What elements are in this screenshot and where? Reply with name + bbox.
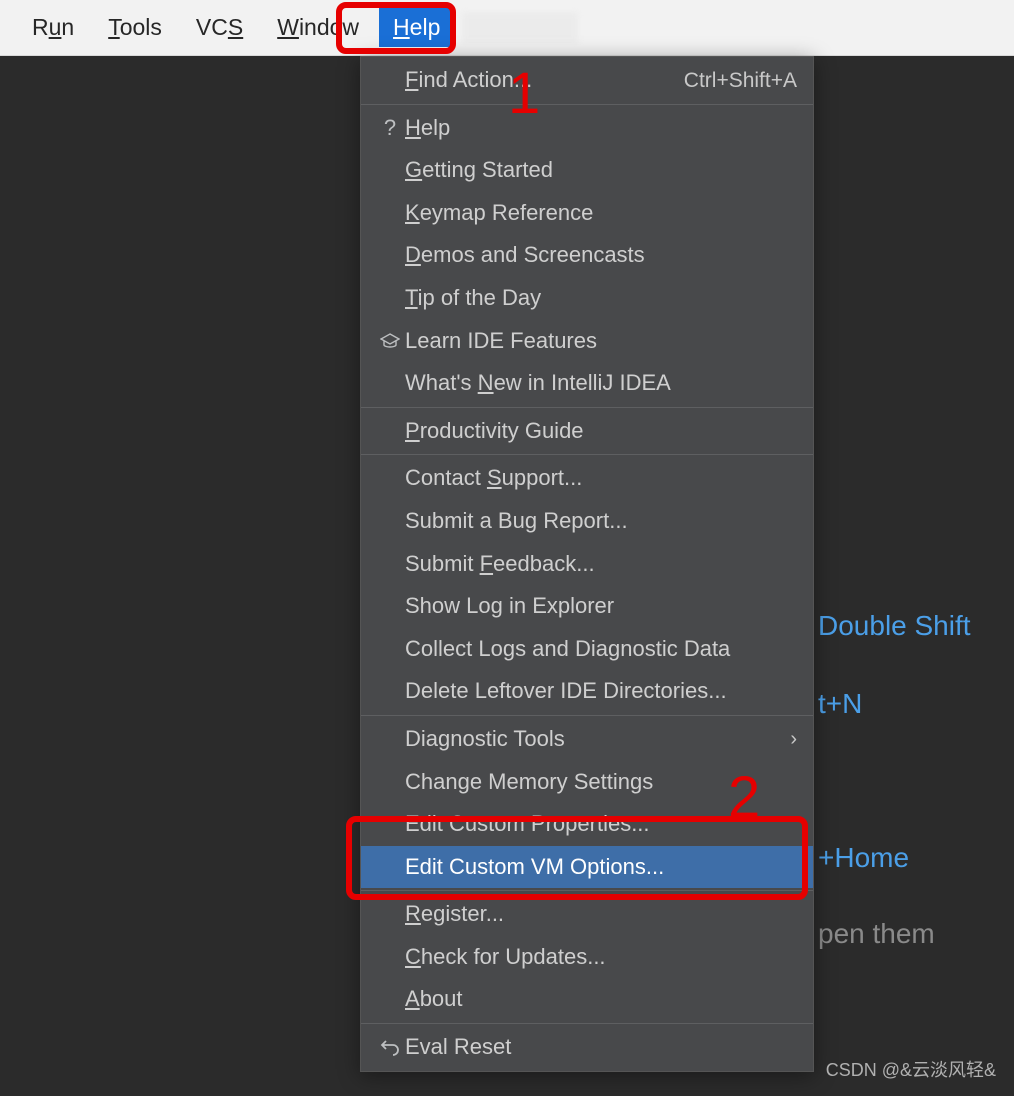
- menuitem-24[interactable]: Register...: [361, 893, 813, 936]
- ?-icon: ?: [375, 114, 405, 143]
- menuitem-15[interactable]: Show Log in Explorer: [361, 585, 813, 628]
- hint-t-n: t+N: [818, 688, 862, 720]
- menuitem-12[interactable]: Contact Support...: [361, 457, 813, 500]
- menu-separator: [361, 104, 813, 105]
- menuitem-label: Collect Logs and Diagnostic Data: [405, 635, 797, 664]
- menuitem-label: Submit a Bug Report...: [405, 507, 797, 536]
- menuitem-28[interactable]: Eval Reset: [361, 1026, 813, 1069]
- menuitem-label: Find Action...: [405, 66, 684, 95]
- menuitem-label: Getting Started: [405, 156, 797, 185]
- text: indow: [299, 14, 359, 40]
- blur-patch: [462, 12, 578, 44]
- menuitem-label: Keymap Reference: [405, 199, 797, 228]
- menuitem-21[interactable]: Edit Custom Properties...: [361, 803, 813, 846]
- text: u: [49, 14, 62, 40]
- text: T: [108, 14, 120, 40]
- menuitem-19[interactable]: Diagnostic Tools›: [361, 718, 813, 761]
- hint-open-them: pen them: [818, 918, 935, 950]
- menu-vcs[interactable]: VCS: [182, 8, 257, 47]
- menu-separator: [361, 715, 813, 716]
- menuitem-5[interactable]: Demos and Screencasts: [361, 234, 813, 277]
- menuitem-label: Contact Support...: [405, 464, 797, 493]
- undo-icon: [375, 1038, 405, 1056]
- menuitem-22[interactable]: Edit Custom VM Options...: [361, 846, 813, 889]
- menuitem-7[interactable]: Learn IDE Features: [361, 320, 813, 363]
- menuitem-label: Diagnostic Tools: [405, 725, 790, 754]
- menuitem-label: Help: [405, 114, 797, 143]
- menuitem-label: About: [405, 985, 797, 1014]
- menuitem-label: Register...: [405, 900, 797, 929]
- menuitem-10[interactable]: Productivity Guide: [361, 410, 813, 453]
- chevron-right-icon: ›: [790, 726, 797, 752]
- menuitem-label: Edit Custom Properties...: [405, 810, 797, 839]
- menuitem-14[interactable]: Submit Feedback...: [361, 543, 813, 586]
- menu-separator: [361, 890, 813, 891]
- text: W: [277, 14, 299, 40]
- text: n: [61, 14, 74, 40]
- hint-double-shift: Double Shift: [818, 610, 971, 642]
- help-dropdown: Find Action...Ctrl+Shift+A?HelpGetting S…: [360, 56, 814, 1072]
- hint-home: +Home: [818, 842, 909, 874]
- menu-window[interactable]: Window: [263, 8, 373, 47]
- menuitem-label: Eval Reset: [405, 1033, 797, 1062]
- menuitem-8[interactable]: What's New in IntelliJ IDEA: [361, 362, 813, 405]
- menu-run[interactable]: Run: [18, 8, 88, 47]
- menu-help[interactable]: Help: [379, 8, 454, 47]
- menuitem-label: Show Log in Explorer: [405, 592, 797, 621]
- text: H: [393, 14, 410, 40]
- text: ools: [120, 14, 162, 40]
- menuitem-label: Edit Custom VM Options...: [405, 853, 797, 882]
- menuitem-6[interactable]: Tip of the Day: [361, 277, 813, 320]
- menuitem-label: Learn IDE Features: [405, 327, 797, 356]
- menuitem-label: Delete Leftover IDE Directories...: [405, 677, 797, 706]
- menuitem-label: Check for Updates...: [405, 943, 797, 972]
- menu-tools[interactable]: Tools: [94, 8, 176, 47]
- menu-separator: [361, 454, 813, 455]
- menuitem-25[interactable]: Check for Updates...: [361, 936, 813, 979]
- watermark: CSDN @&云淡风轻&: [826, 1056, 996, 1082]
- text: R: [32, 14, 49, 40]
- grad-icon: [375, 333, 405, 349]
- menuitem-2[interactable]: ?Help: [361, 107, 813, 150]
- menuitem-label: Productivity Guide: [405, 417, 797, 446]
- text: S: [228, 14, 243, 40]
- menu-separator: [361, 1023, 813, 1024]
- menuitem-shortcut: Ctrl+Shift+A: [684, 67, 797, 94]
- menuitem-label: What's New in IntelliJ IDEA: [405, 369, 797, 398]
- menu-separator: [361, 407, 813, 408]
- menuitem-4[interactable]: Keymap Reference: [361, 192, 813, 235]
- menuitem-16[interactable]: Collect Logs and Diagnostic Data: [361, 628, 813, 671]
- menuitem-label: Change Memory Settings: [405, 768, 797, 797]
- text: VC: [196, 14, 228, 40]
- text: elp: [410, 14, 441, 40]
- menuitem-label: Tip of the Day: [405, 284, 797, 313]
- menuitem-17[interactable]: Delete Leftover IDE Directories...: [361, 670, 813, 713]
- menuitem-0[interactable]: Find Action...Ctrl+Shift+A: [361, 59, 813, 102]
- menuitem-20[interactable]: Change Memory Settings: [361, 761, 813, 804]
- menuitem-13[interactable]: Submit a Bug Report...: [361, 500, 813, 543]
- menuitem-3[interactable]: Getting Started: [361, 149, 813, 192]
- menuitem-label: Demos and Screencasts: [405, 241, 797, 270]
- menuitem-26[interactable]: About: [361, 978, 813, 1021]
- menuitem-label: Submit Feedback...: [405, 550, 797, 579]
